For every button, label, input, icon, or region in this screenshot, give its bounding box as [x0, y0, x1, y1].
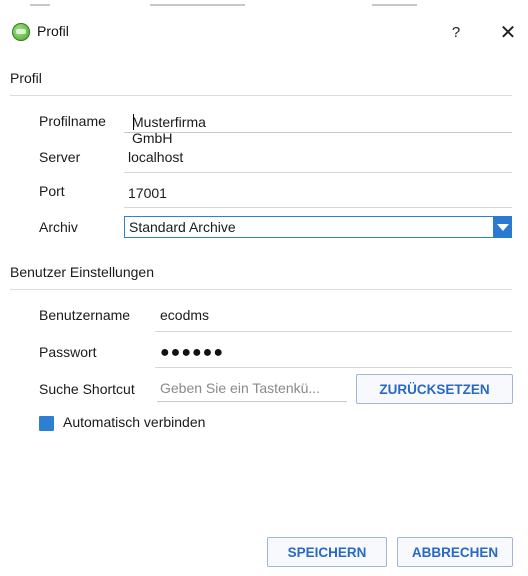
save-button[interactable]: SPEICHERN [267, 537, 387, 567]
archiv-select[interactable]: Standard Archive [124, 216, 512, 238]
port-label: Port [39, 183, 65, 199]
window-top-strip [0, 0, 528, 12]
archiv-selected-value: Standard Archive [129, 219, 236, 235]
profilname-label: Profilname [39, 113, 106, 129]
background-fragment [372, 4, 417, 6]
section-divider [10, 289, 512, 290]
cancel-button[interactable]: ABBRECHEN [397, 537, 513, 567]
server-value[interactable]: localhost [128, 149, 183, 165]
password-field-underline [155, 367, 512, 368]
reset-button[interactable]: ZURÜCKSETZEN [356, 374, 513, 404]
server-field-underline [124, 172, 512, 173]
section-title-profil: Profil [10, 70, 42, 86]
close-icon[interactable]: ✕ [488, 12, 528, 52]
password-label: Passwort [39, 344, 97, 360]
server-label: Server [39, 149, 81, 165]
app-icon [12, 23, 30, 41]
port-value[interactable]: 17001 [128, 185, 167, 201]
title-bar: Profil ? ✕ [0, 12, 528, 52]
background-fragment [30, 4, 50, 6]
username-value[interactable]: ecodms [160, 307, 209, 323]
window-title: Profil [37, 23, 69, 39]
shortcut-input[interactable] [157, 377, 346, 399]
background-fragment [150, 4, 245, 6]
password-field[interactable]: ●●●●●● [160, 344, 224, 362]
username-field-underline [155, 331, 512, 332]
port-field-underline [124, 207, 512, 208]
auto-connect-checkbox[interactable] [39, 416, 54, 431]
section-title-benutzer: Benutzer Einstellungen [10, 264, 154, 280]
help-button[interactable]: ? [440, 12, 472, 52]
shortcut-input-wrapper [157, 377, 347, 402]
username-label: Benutzername [39, 307, 131, 323]
section-divider [10, 95, 512, 96]
chevron-down-icon[interactable] [493, 216, 512, 238]
archiv-label: Archiv [39, 219, 78, 235]
auto-connect-label[interactable]: Automatisch verbinden [63, 414, 205, 430]
shortcut-label: Suche Shortcut [39, 381, 135, 397]
profilname-input[interactable]: Musterfirma GmbH [124, 110, 512, 146]
